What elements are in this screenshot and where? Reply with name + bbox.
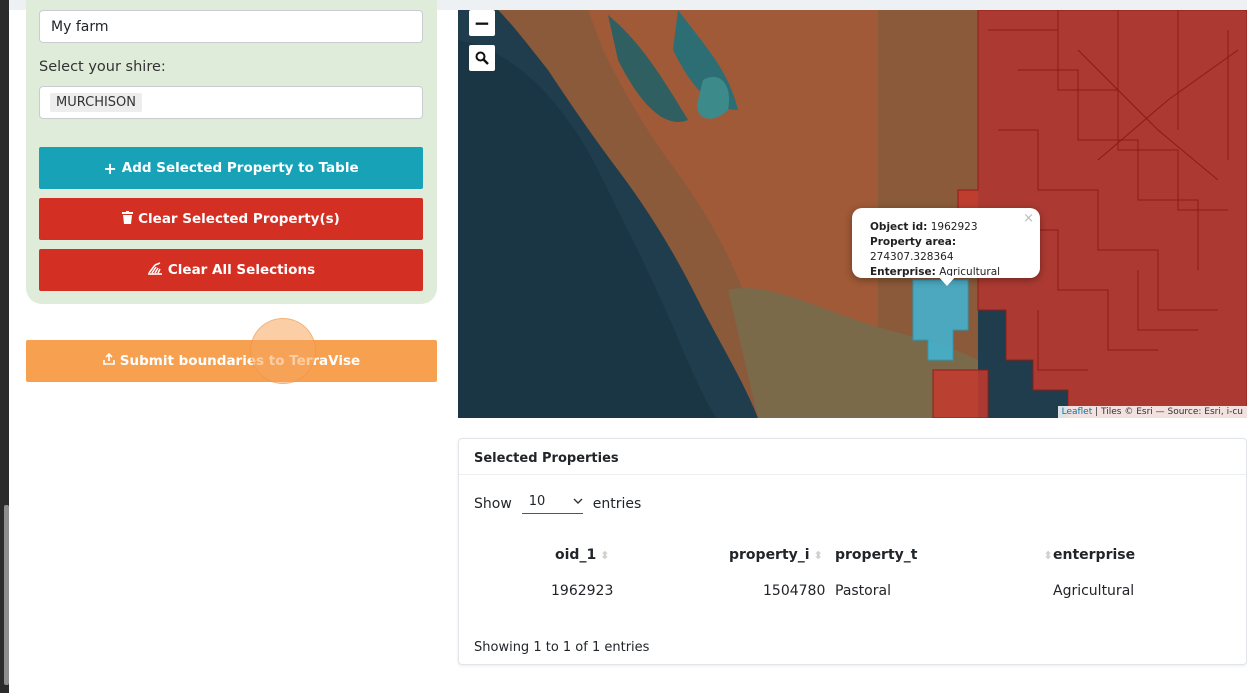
clear-selected-label: Clear Selected Property(s) — [138, 211, 340, 227]
add-property-label: Add Selected Property to Table — [121, 160, 359, 176]
broom-icon — [147, 261, 163, 279]
trash-icon — [122, 210, 134, 228]
column-header-enterprise[interactable]: enterprise⬍ — [1053, 547, 1247, 563]
property-popup: × Object id: 1962923 Property area: 2743… — [852, 208, 1040, 278]
page-length-control: Show 10 entries — [474, 494, 641, 514]
popup-object-id: Object id: 1962923 — [870, 221, 978, 233]
map-search-button[interactable] — [469, 45, 495, 71]
table-info: Showing 1 to 1 of 1 entries — [474, 640, 650, 655]
cell-enterprise: Agricultural — [1053, 583, 1135, 599]
submit-boundaries-button[interactable]: Submit boundaries to TerraVise — [26, 340, 437, 382]
column-header-oid[interactable]: oid_1 ⬍ — [555, 547, 609, 563]
column-header-property-i[interactable]: property_i ⬍ — [729, 547, 823, 563]
map-attribution: Leaflet | Tiles © Esri — Source: Esri, i… — [1057, 406, 1247, 418]
zoom-out-button[interactable]: − — [469, 10, 495, 36]
page-length-select[interactable]: 10 — [521, 494, 583, 514]
column-header-property-t[interactable]: property_t ⬍ — [835, 547, 1053, 563]
plus-icon: + — [103, 158, 117, 178]
cell-property-t: Pastoral — [835, 583, 891, 599]
submit-label: Submit boundaries to TerraVise — [119, 353, 361, 369]
sort-icon: ⬍ — [813, 548, 823, 562]
upload-icon — [102, 352, 115, 369]
cell-oid: 1962923 — [551, 583, 614, 599]
clear-selected-button[interactable]: Clear Selected Property(s) — [39, 198, 423, 240]
window-edge — [0, 0, 9, 693]
selected-properties-card: Selected Properties Show 10 entries oid_… — [458, 438, 1247, 665]
property-selection-panel: My farm Select your shire: MURCHISON + A… — [26, 0, 437, 304]
search-icon — [475, 46, 489, 70]
close-icon[interactable]: × — [1023, 211, 1034, 226]
popup-area: Property area: 274307.328364 — [870, 236, 957, 263]
card-title: Selected Properties — [459, 439, 1246, 475]
clear-all-button[interactable]: Clear All Selections — [39, 249, 423, 291]
add-property-button[interactable]: + Add Selected Property to Table — [39, 147, 423, 189]
entries-label: entries — [592, 496, 642, 512]
click-indicator — [250, 318, 316, 384]
chevron-down-icon — [573, 494, 583, 509]
popup-tip — [938, 276, 956, 286]
farm-name-input[interactable]: My farm — [39, 10, 423, 43]
leaflet-link[interactable]: Leaflet — [1062, 407, 1093, 417]
attribution-text: | Tiles © Esri — Source: Esri, i-cu — [1095, 407, 1243, 417]
shire-selected-chip: MURCHISON — [50, 93, 143, 112]
sort-icon: ⬍ — [1043, 548, 1053, 562]
shire-select[interactable]: MURCHISON — [39, 86, 423, 119]
scrollbar-thumb[interactable] — [4, 505, 9, 685]
clear-all-label: Clear All Selections — [167, 262, 316, 278]
cell-property-i: 1504780 — [763, 583, 826, 599]
show-label: Show — [474, 496, 512, 512]
shire-label: Select your shire: — [39, 59, 166, 75]
sort-icon: ⬍ — [600, 548, 610, 562]
